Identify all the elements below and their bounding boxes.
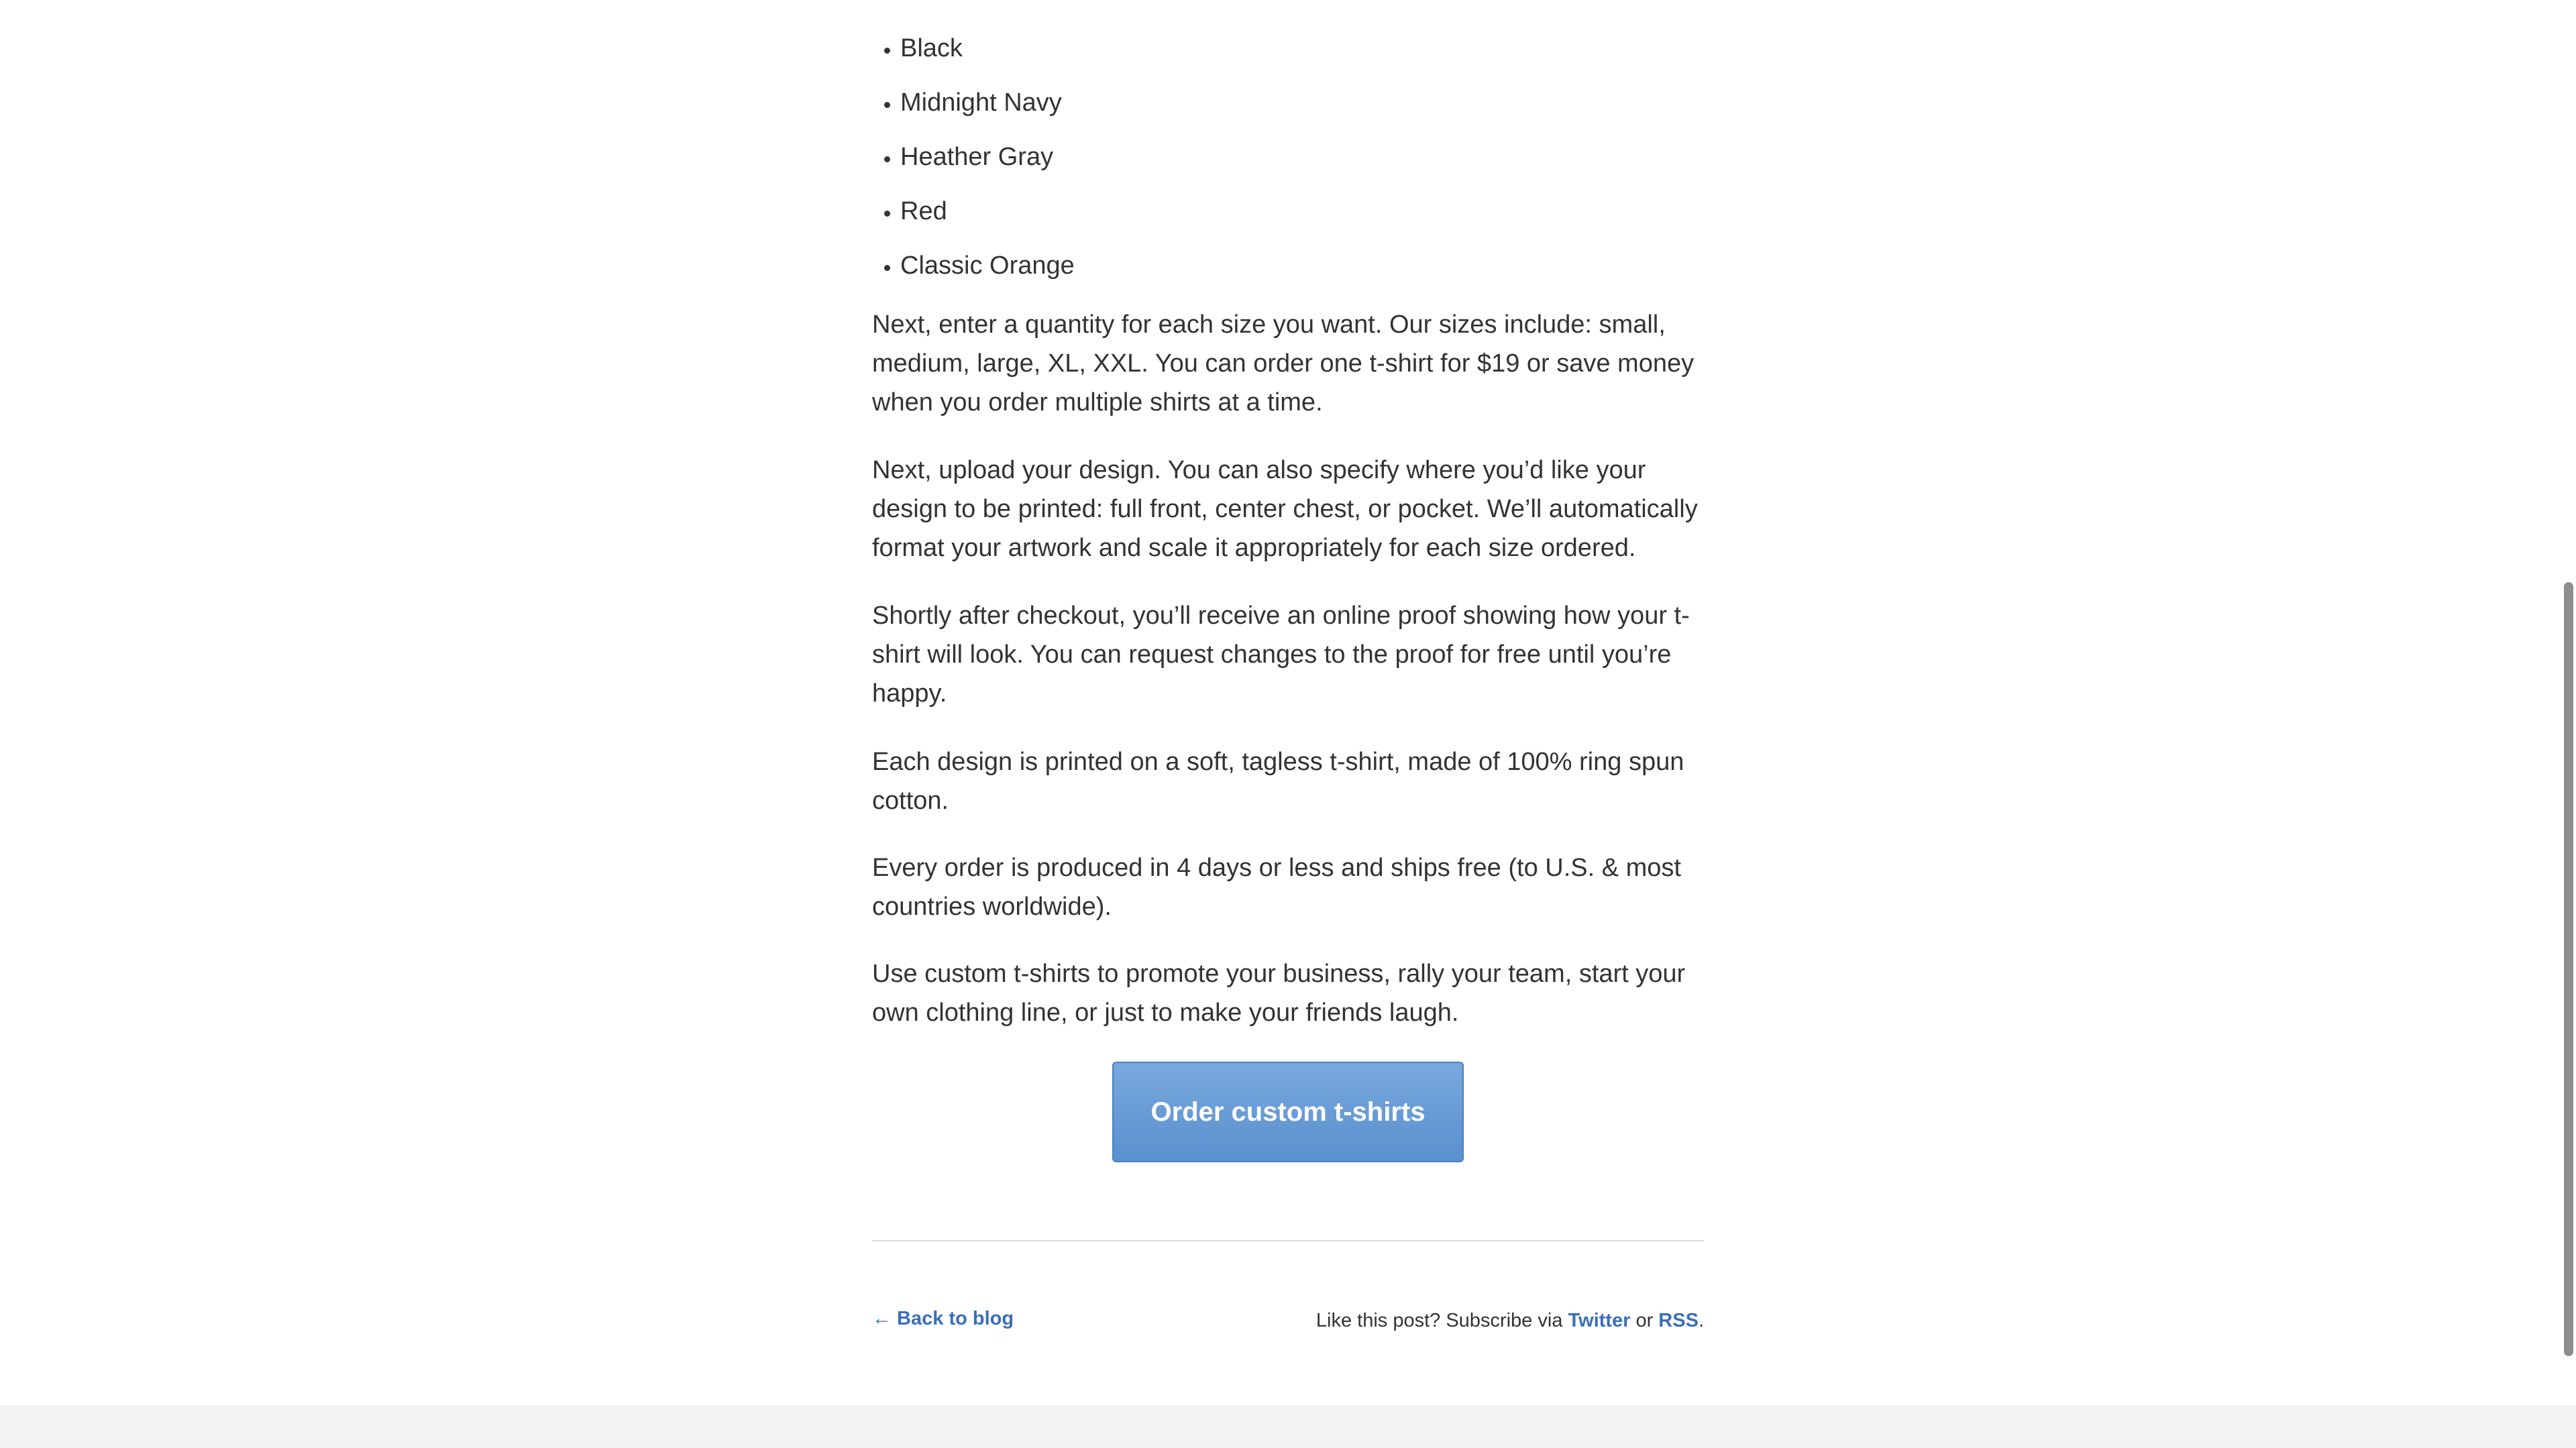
back-to-blog-link[interactable]: ← Back to blog [872, 1308, 1014, 1330]
list-item: Red [900, 184, 1704, 239]
paragraph-upload: Next, upload your design. You can also s… [872, 456, 1698, 562]
twitter-link[interactable]: Twitter [1568, 1310, 1630, 1331]
list-item: Heather Gray [900, 130, 1704, 184]
paragraph-shipping: Every order is produced in 4 days or les… [872, 854, 1681, 921]
page-footer [0, 1405, 2576, 1448]
paragraph-uses: Use custom t-shirts to promote your busi… [872, 960, 1686, 1027]
scrollbar-thumb[interactable] [2564, 582, 2573, 1356]
rss-link[interactable]: RSS [1658, 1310, 1699, 1331]
cta-container: Order custom t-shirts [872, 1062, 1704, 1162]
subscribe-text: Like this post? Subscribe via [1316, 1310, 1563, 1331]
list-item: Black [900, 21, 1704, 76]
order-custom-tshirts-button[interactable]: Order custom t-shirts [1112, 1062, 1464, 1162]
paragraph-proof: Shortly after checkout, you’ll receive a… [872, 602, 1690, 708]
paragraph-sizes: Next, enter a quantity for each size you… [872, 311, 1695, 416]
or-text: or [1635, 1310, 1654, 1331]
scrollbar[interactable] [2561, 0, 2576, 1405]
list-item: Classic Orange [900, 239, 1704, 293]
period-text: . [1698, 1310, 1704, 1331]
shirt-color-list: Black Midnight Navy Heather Gray Red Cla… [872, 21, 1704, 293]
divider [872, 1240, 1704, 1241]
subscribe-line: Like this post? Subscribe via Twitter or… [1316, 1310, 1704, 1332]
list-item: Midnight Navy [900, 76, 1704, 130]
paragraph-material: Each design is printed on a soft, tagles… [872, 748, 1684, 815]
